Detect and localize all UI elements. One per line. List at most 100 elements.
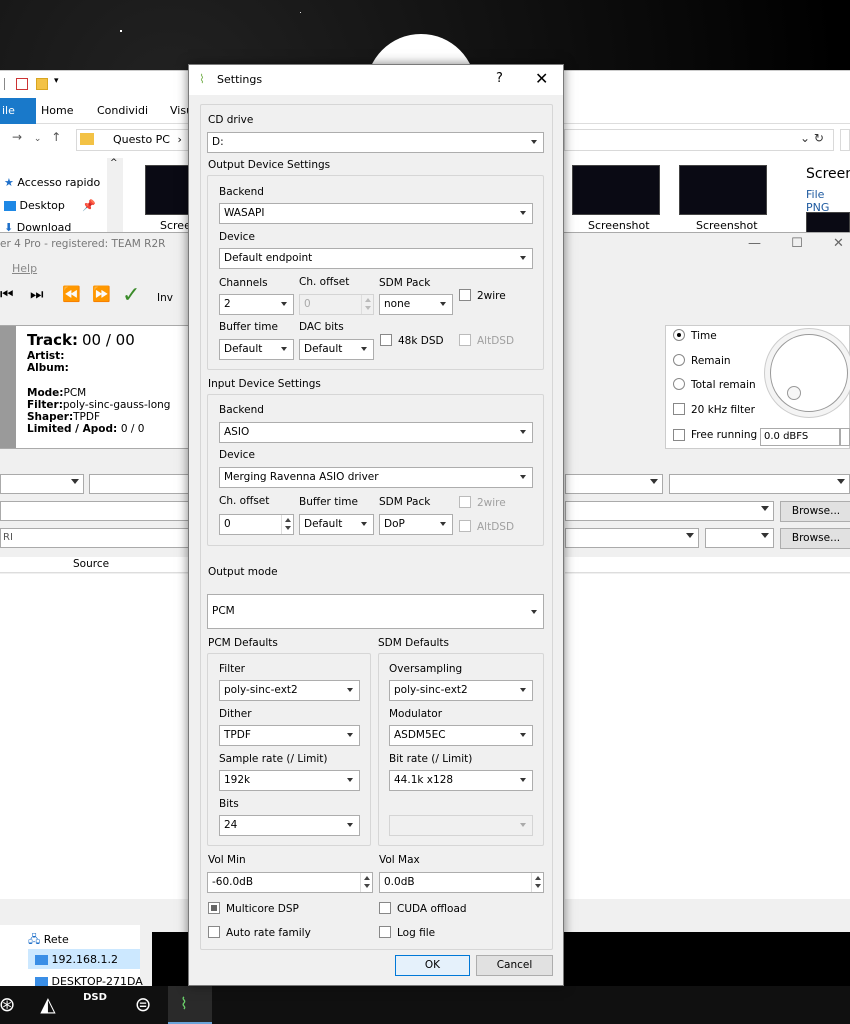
player-combo[interactable] [89, 474, 189, 494]
dither-select[interactable]: TPDF [219, 725, 360, 746]
help-button[interactable]: ? [496, 71, 503, 86]
dsd-icon[interactable]: DSD [82, 991, 108, 1017]
next-icon[interactable]: ⏭ [30, 285, 44, 303]
in-device-select[interactable]: Merging Ravenna ASIO driver [219, 467, 533, 488]
dac-bits-select[interactable]: Default [299, 339, 374, 360]
out-device-select[interactable]: Default endpoint [219, 248, 533, 269]
path-combo[interactable] [705, 528, 774, 548]
checkbox-20khz-filter[interactable] [673, 403, 685, 415]
tree-item-network[interactable]: 🖧 Rete [28, 931, 69, 950]
cuda-offload-checkbox[interactable] [379, 902, 391, 914]
fast-forward-icon[interactable]: ⏩ [92, 285, 111, 303]
playlist-area[interactable] [0, 574, 190, 899]
up-icon[interactable]: ↑ [51, 130, 61, 144]
tree-item-ip[interactable]: 192.168.1.2 [35, 953, 118, 966]
app-icon[interactable]: ⊛ [0, 991, 20, 1017]
altdsd-checkbox[interactable] [459, 334, 471, 346]
player-combo[interactable] [0, 474, 84, 494]
thumbnail[interactable] [572, 165, 660, 215]
previous-icon[interactable]: ⏮ [0, 285, 14, 303]
radio-time[interactable] [673, 329, 685, 341]
ri-field[interactable]: RI [0, 528, 190, 548]
customize-qa-icon[interactable]: ▾ [54, 76, 59, 86]
output-mode-select[interactable]: PCM [207, 594, 544, 629]
thumbnail[interactable] [145, 165, 190, 215]
ch-offset-spinner[interactable]: 0 [299, 294, 374, 315]
browse-button[interactable]: Browse... [780, 501, 850, 522]
close-button[interactable]: ✕ [535, 69, 548, 88]
in-altdsd-checkbox[interactable] [459, 520, 471, 532]
rewind-icon[interactable]: ⏪ [62, 285, 81, 303]
log-file-checkbox[interactable] [379, 926, 391, 938]
tab-home[interactable]: Home [41, 104, 73, 117]
volume-knob[interactable] [770, 334, 848, 412]
out-device-label: Device [219, 231, 255, 243]
nav-item-desktop[interactable]: Desktop 📌 [4, 199, 96, 212]
sample-rate-select[interactable]: 192k [219, 770, 360, 791]
search-input[interactable] [840, 129, 850, 151]
path-combo[interactable] [565, 528, 699, 548]
maximize-button[interactable]: ☐ [791, 236, 803, 251]
bits-select[interactable]: 24 [219, 815, 360, 836]
path-combo[interactable] [565, 501, 774, 521]
tab-file[interactable]: ile [0, 98, 36, 124]
sdm-extra-select[interactable] [389, 815, 533, 836]
vol-max-spinner[interactable]: 0.0dB [379, 872, 544, 893]
in-backend-select[interactable]: ASIO [219, 422, 533, 443]
forward-icon[interactable]: → [12, 130, 22, 144]
vol-min-spinner[interactable]: -60.0dB [207, 872, 373, 893]
player-combo[interactable] [565, 474, 663, 494]
radio-remain[interactable] [673, 354, 685, 366]
minimize-button[interactable]: — [748, 236, 761, 251]
volume-field[interactable]: 0.0 dBFS [760, 428, 840, 446]
thumbnail[interactable] [806, 212, 850, 234]
buffer-time-select[interactable]: Default [219, 339, 294, 360]
sdm-pack-select[interactable]: none [379, 294, 453, 315]
recent-icon[interactable]: ⌄ [34, 134, 42, 144]
radio-total-remain[interactable] [673, 378, 685, 390]
checkbox-free-running[interactable] [673, 429, 685, 441]
bit-rate-select[interactable]: 44.1k x128 [389, 770, 533, 791]
cd-drive-select[interactable]: D: [207, 132, 544, 153]
address-bar-right[interactable] [564, 129, 834, 151]
check-icon[interactable]: ✓ [122, 283, 140, 308]
out-backend-select[interactable]: WASAPI [219, 203, 533, 224]
thumbnail[interactable] [679, 165, 767, 215]
multicore-dsp-checkbox[interactable] [208, 902, 220, 914]
in-ch-offset-spinner[interactable]: 0 [219, 514, 294, 535]
volume-spinner[interactable] [840, 428, 850, 446]
filter-select[interactable]: poly-sinc-ext2 [219, 680, 360, 701]
in-sdm-pack-select[interactable]: DoP [379, 514, 453, 535]
sdm-pack-label: SDM Pack [379, 277, 431, 289]
taskbar-active-app[interactable]: ⌇ [168, 986, 212, 1024]
nav-item-quick-access[interactable]: ★ Accesso rapido [4, 176, 100, 189]
browse-button[interactable]: Browse... [780, 528, 850, 549]
tab-share[interactable]: Condividi [97, 104, 148, 117]
menu-help[interactable]: Help [12, 262, 37, 275]
in-buffer-time-select[interactable]: Default [299, 514, 374, 535]
channels-select[interactable]: 2 [219, 294, 294, 315]
modulator-select[interactable]: ASDM5EC [389, 725, 533, 746]
log-file-label: Log file [397, 927, 436, 939]
twowire-checkbox[interactable] [459, 289, 471, 301]
properties-icon[interactable] [16, 78, 28, 90]
invert-label[interactable]: Inv [157, 292, 173, 304]
address-bar[interactable]: Questo PC › [76, 129, 196, 151]
ok-button[interactable]: OK [395, 955, 470, 976]
source-column-header[interactable]: Source [0, 557, 190, 573]
computer-icon [35, 955, 48, 965]
dsd48k-checkbox[interactable] [380, 334, 392, 346]
cancel-button[interactable]: Cancel [476, 955, 553, 976]
playlist-area-right[interactable] [565, 574, 850, 899]
path-field[interactable] [0, 501, 190, 521]
in-twowire-checkbox[interactable] [459, 496, 471, 508]
nav-scrollbar[interactable]: ^ [107, 158, 123, 238]
close-button[interactable]: ✕ [833, 236, 844, 251]
oversampling-select[interactable]: poly-sinc-ext2 [389, 680, 533, 701]
player-combo[interactable] [669, 474, 850, 494]
refresh-icon[interactable]: ⌄ ↻ [800, 131, 824, 145]
audirvana-icon[interactable]: ◭ [35, 991, 61, 1017]
new-folder-icon[interactable] [36, 78, 48, 90]
network-player-icon[interactable]: ⊜ [130, 991, 156, 1017]
auto-rate-family-checkbox[interactable] [208, 926, 220, 938]
